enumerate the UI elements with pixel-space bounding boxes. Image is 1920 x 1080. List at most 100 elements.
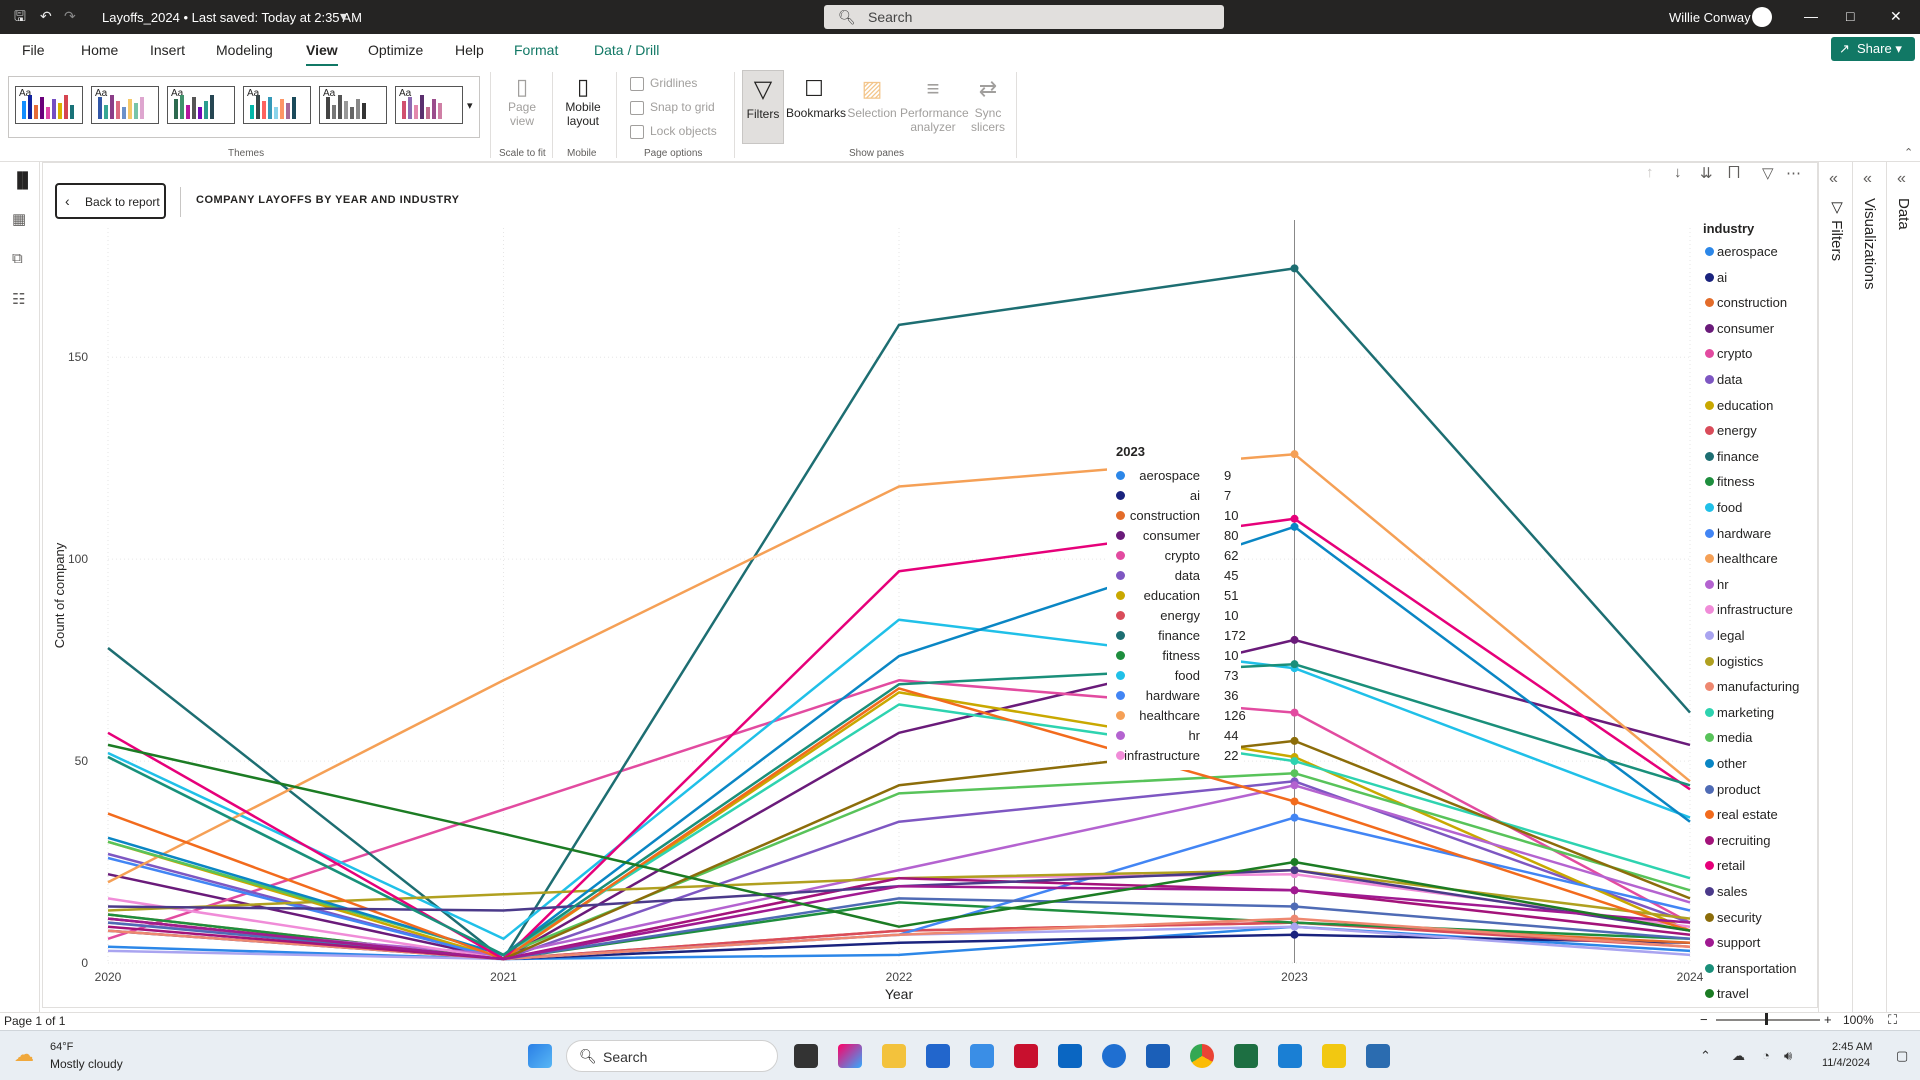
undo-icon[interactable]: ↶ <box>40 9 52 23</box>
zoom-in-icon[interactable]: + <box>1824 1012 1832 1027</box>
gridlines-checkbox[interactable]: Gridlines <box>630 76 697 91</box>
cloud-icon[interactable]: ☁ <box>1732 1048 1745 1064</box>
selection-pane-button[interactable]: ▨ Selection <box>844 72 900 120</box>
filters-pane[interactable]: « ▽ Filters <box>1819 162 1853 1012</box>
notepad-icon[interactable] <box>1366 1044 1390 1068</box>
menu-modeling[interactable]: Modeling <box>216 42 273 58</box>
collapse-ribbon-icon[interactable]: ⌃ <box>1904 146 1913 159</box>
line-chart[interactable]: 2020 2021 2022 2023 2024 0 50 100 150 Year Count o… <box>42 162 1818 1008</box>
filters-pane-button[interactable]: ▽ Filters <box>742 70 784 144</box>
x-tick-label: 2020 <box>95 970 122 984</box>
legend-label: food <box>1717 500 1743 515</box>
share-button[interactable]: ↗ Share ▾ <box>1831 37 1915 61</box>
tooltip-marker <box>1116 531 1125 540</box>
user-name[interactable]: Willie Conway <box>1669 10 1751 25</box>
visualizations-pane-label[interactable]: Visualizations <box>1861 198 1878 289</box>
zoom-slider[interactable] <box>1716 1019 1820 1021</box>
clock-time[interactable]: 2:45 AM <box>1832 1041 1872 1053</box>
redo-icon[interactable]: ↷ <box>64 9 76 23</box>
bookmarks-pane-button[interactable]: ☐ Bookmarks <box>786 72 847 120</box>
sync-slicers-button[interactable]: ⇄ Sync slicers <box>964 72 1012 134</box>
linkedin-icon[interactable] <box>1058 1044 1082 1068</box>
page-view-button[interactable]: ▯ Page view <box>498 74 546 128</box>
theme-option[interactable]: Aa <box>395 86 463 124</box>
help-icon[interactable] <box>970 1044 994 1068</box>
bookmarks-label: Bookmarks <box>786 106 847 120</box>
weather-temp[interactable]: 64°F <box>50 1041 73 1053</box>
chart-tooltip: 2023 aerospace 9 ai 7 construction 10 consumer… <box>1107 440 1246 770</box>
taskbar-search[interactable]: 🔍︎ Search <box>566 1040 778 1072</box>
performance-analyzer-button[interactable]: ≡ Performance analyzer <box>900 72 969 134</box>
start-icon[interactable] <box>528 1044 552 1068</box>
edge-icon[interactable] <box>1102 1044 1126 1068</box>
tooltip-row: food 73 <box>1107 668 1241 686</box>
tooltip-value: 80 <box>1224 528 1239 543</box>
theme-option[interactable]: Aa <box>15 86 83 124</box>
file-explorer-icon[interactable] <box>882 1044 906 1068</box>
menu-format[interactable]: Format <box>514 42 558 58</box>
menu-insert[interactable]: Insert <box>150 42 185 58</box>
notification-icon[interactable]: ▢ <box>1896 1048 1908 1064</box>
tooltip-category: data <box>1174 568 1200 583</box>
legend-marker <box>1705 503 1714 512</box>
gallery-expand-icon[interactable]: ▾ <box>467 99 473 112</box>
store-icon[interactable] <box>926 1044 950 1068</box>
zoom-out-icon[interactable]: − <box>1700 1012 1708 1027</box>
vscode-icon[interactable] <box>1278 1044 1302 1068</box>
minimize-icon[interactable]: — <box>1804 8 1818 24</box>
theme-option[interactable]: Aa <box>167 86 235 124</box>
tooltip-marker <box>1116 611 1125 620</box>
menu-help[interactable]: Help <box>455 42 484 58</box>
maximize-icon[interactable]: □ <box>1846 8 1854 24</box>
series-lines <box>107 267 1691 961</box>
save-icon[interactable]: 🖫 <box>14 9 26 23</box>
legend-label: data <box>1717 372 1743 387</box>
menu-file[interactable]: File <box>22 42 45 58</box>
chrome-icon[interactable] <box>1190 1044 1214 1068</box>
title-dropdown-icon[interactable]: ▾ <box>340 9 347 23</box>
weather-desc[interactable]: Mostly cloudy <box>50 1057 123 1071</box>
data-pane-label[interactable]: Data <box>1895 198 1912 230</box>
theme-option[interactable]: Aa <box>243 86 311 124</box>
lock-objects-checkbox[interactable]: Lock objects <box>630 124 717 139</box>
selection-icon: ▨ <box>861 76 883 101</box>
dax-query-icon[interactable]: ☷ <box>12 290 25 308</box>
copilot-icon[interactable] <box>838 1044 862 1068</box>
expand-pane-icon[interactable]: « <box>1897 170 1906 188</box>
data-point-travel <box>1290 858 1299 867</box>
menu-data-drill[interactable]: Data / Drill <box>594 42 659 58</box>
tooltip-value: 126 <box>1224 708 1246 723</box>
model-view-icon[interactable]: ⧉ <box>12 250 23 267</box>
theme-option[interactable]: Aa <box>91 86 159 124</box>
snap-to-grid-checkbox[interactable]: Snap to grid <box>630 100 715 115</box>
mobile-layout-button[interactable]: ▯ Mobile layout <box>558 74 608 128</box>
search-input[interactable]: 🔍︎ Search <box>824 5 1224 29</box>
legend-label: education <box>1717 397 1774 413</box>
mcafee-icon[interactable] <box>1014 1044 1038 1068</box>
table-view-icon[interactable]: ▦ <box>12 210 26 228</box>
filters-pane-label[interactable]: ▽ Filters <box>1827 198 1845 261</box>
menu-optimize[interactable]: Optimize <box>368 42 423 58</box>
wifi-icon[interactable]: ◔ <box>1762 1048 1770 1063</box>
report-view-icon[interactable]: ▐▌ <box>12 172 33 189</box>
theme-option[interactable]: Aa <box>319 86 387 124</box>
excel-icon[interactable] <box>1234 1044 1258 1068</box>
menu-home[interactable]: Home <box>81 42 118 58</box>
speaker-icon[interactable]: 🔊︎ <box>1784 1048 1792 1064</box>
expand-pane-icon[interactable]: « <box>1863 170 1872 188</box>
power-bi-icon[interactable] <box>1322 1044 1346 1068</box>
legend-label: infrastructure <box>1717 602 1793 618</box>
visualizations-pane[interactable]: « Visualizations <box>1853 162 1887 1012</box>
zoom-thumb[interactable] <box>1765 1013 1768 1025</box>
clock-date[interactable]: 11/4/2024 <box>1822 1057 1870 1069</box>
avatar[interactable] <box>1752 7 1772 27</box>
menu-view[interactable]: View <box>306 42 338 67</box>
task-view-icon[interactable] <box>794 1044 818 1068</box>
app-icon[interactable] <box>1146 1044 1170 1068</box>
close-icon[interactable]: ✕ <box>1890 8 1902 25</box>
expand-pane-icon[interactable]: « <box>1829 170 1838 188</box>
fit-to-page-icon[interactable]: ⛶ <box>1888 1012 1897 1028</box>
weather-icon[interactable]: ☁ <box>14 1042 34 1067</box>
chevron-up-icon[interactable]: ⌃ <box>1700 1048 1711 1064</box>
data-pane[interactable]: « Data <box>1887 162 1920 1012</box>
